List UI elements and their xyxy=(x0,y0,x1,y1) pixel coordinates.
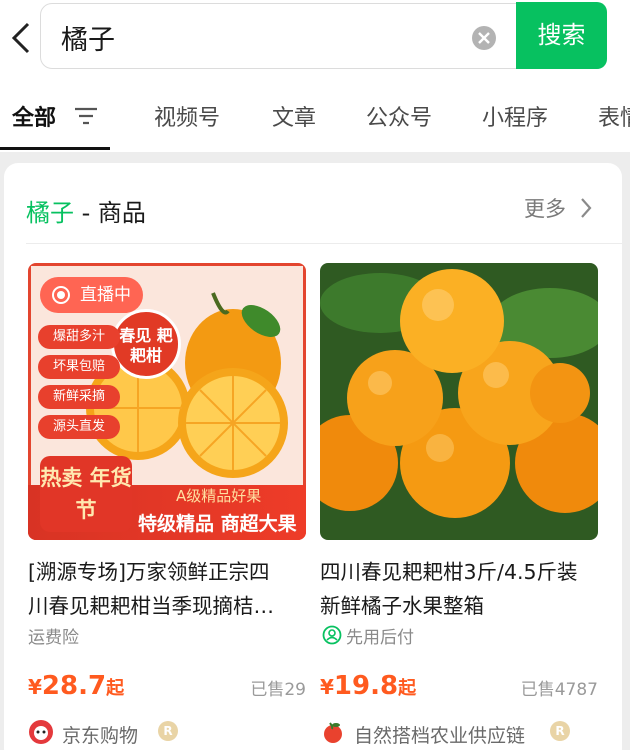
search-button[interactable]: 搜索 xyxy=(516,2,607,69)
sold-count: 已售4787 xyxy=(520,680,598,700)
product-image[interactable]: 直播中 春见 耙耙柑 爆甜多汁 坏果包赔 新鲜采摘 源头直发 A级精品好果 热卖… xyxy=(28,263,306,540)
price-suffix: 起 xyxy=(398,678,417,699)
live-icon xyxy=(52,286,70,304)
orange-pile-illustration xyxy=(320,263,598,540)
product-image[interactable] xyxy=(320,263,598,540)
more-link[interactable]: 更多 xyxy=(524,193,566,223)
tab-official-accounts[interactable]: 公众号 xyxy=(366,100,432,132)
shipping-insurance-tag: 运费险 xyxy=(28,628,79,648)
filter-icon[interactable] xyxy=(72,104,100,128)
image-tag: 源头直发 xyxy=(38,415,120,439)
product-title-line: 新鲜橘子水果整箱 xyxy=(320,594,484,618)
shop-rank-badge: R xyxy=(158,721,178,741)
shop-logo-icon xyxy=(320,719,346,745)
top-bar: 橘子 搜索 全部 视频号 文章 公众号 小程序 表情 xyxy=(0,0,630,152)
shop-name[interactable]: 京东购物 xyxy=(62,721,138,748)
product-price: ¥28.7起 xyxy=(28,671,124,701)
product-price: ¥19.8起 xyxy=(320,671,416,701)
price-value: 28.7 xyxy=(41,671,107,701)
shop-name[interactable]: 自然搭档农业供应链 xyxy=(354,721,525,748)
jd-logo-icon xyxy=(28,719,54,745)
product-title[interactable]: 四川春见耙耙柑3斤/4.5斤装 新鲜橘子水果整箱 xyxy=(320,555,602,623)
promo-badge: 热卖 年货节 xyxy=(40,456,132,532)
divider xyxy=(26,243,622,244)
tab-mini-programs[interactable]: 小程序 xyxy=(482,100,548,132)
tab-all[interactable]: 全部 xyxy=(12,100,56,132)
image-tag: 新鲜采摘 xyxy=(38,385,120,409)
product-title-line: 川春见耙耙柑当季现摘桔… xyxy=(28,594,274,618)
variety-badge: 春见 耙耙柑 xyxy=(111,309,181,379)
pay-later-tag: 先用后付 xyxy=(346,628,414,648)
price-suffix: 起 xyxy=(106,678,125,699)
price-currency: ¥ xyxy=(320,675,334,699)
active-tab-indicator xyxy=(0,147,110,150)
pay-later-icon xyxy=(322,625,342,649)
tab-channels[interactable]: 视频号 xyxy=(154,100,220,132)
back-icon[interactable] xyxy=(8,18,36,58)
shop-rank-badge: R xyxy=(550,721,570,741)
clear-icon[interactable] xyxy=(472,26,496,50)
tab-stickers[interactable]: 表情 xyxy=(598,100,630,132)
grade-label: A级精品好果 xyxy=(176,487,262,505)
live-badge: 直播中 xyxy=(40,277,143,313)
product-title-line: 四川春见耙耙柑3斤/4.5斤装 xyxy=(320,560,578,584)
product-title-line: [溯源专场]万家领鲜正宗四 xyxy=(28,560,270,584)
tab-articles[interactable]: 文章 xyxy=(272,100,316,132)
section-keyword: 橘子 xyxy=(26,199,74,227)
chevron-right-icon[interactable] xyxy=(579,196,593,224)
live-label: 直播中 xyxy=(80,285,131,305)
product-section-card: 橘子 - 商品 更多 直播中 春见 耙耙柑 爆甜多汁 坏果包赔 新鲜采摘 源头直… xyxy=(4,163,622,750)
price-currency: ¥ xyxy=(28,675,42,699)
banner-text: 特级精品 商超大果 xyxy=(138,513,297,535)
product-title[interactable]: [溯源专场]万家领鲜正宗四 川春见耙耙柑当季现摘桔… xyxy=(28,555,310,623)
section-title: 橘子 - 商品 xyxy=(26,193,146,228)
image-tag: 坏果包赔 xyxy=(38,355,120,379)
sold-count: 已售29 xyxy=(250,680,306,700)
price-value: 19.8 xyxy=(333,671,399,701)
section-suffix: - 商品 xyxy=(74,199,146,227)
search-input[interactable]: 橘子 xyxy=(61,18,115,57)
image-tag: 爆甜多汁 xyxy=(38,325,120,349)
